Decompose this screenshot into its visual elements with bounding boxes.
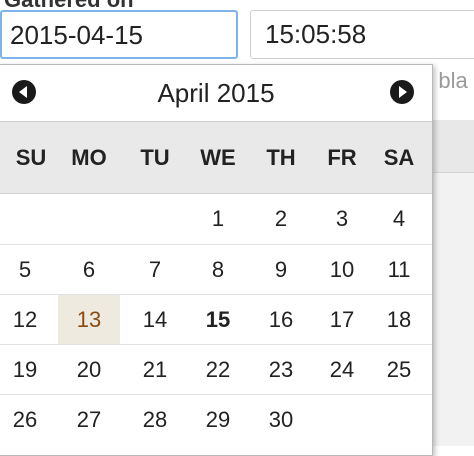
day-cell-30[interactable]: 30 xyxy=(250,395,312,445)
background-panel-header xyxy=(430,120,474,173)
next-month-button[interactable] xyxy=(390,80,414,104)
day-cell-2[interactable]: 2 xyxy=(250,194,312,244)
day-cell-1[interactable]: 1 xyxy=(187,194,249,244)
day-cell-7[interactable]: 7 xyxy=(124,245,186,295)
day-cell-28[interactable]: 28 xyxy=(124,395,186,445)
day-cell-21[interactable]: 21 xyxy=(124,345,186,395)
weekday-su: SU xyxy=(15,145,47,170)
day-cell-4[interactable]: 4 xyxy=(368,194,430,244)
day-cell-26[interactable]: 26 xyxy=(0,395,56,445)
weekday-header-row: SU MO TU WE TH FR SA xyxy=(0,121,432,194)
date-picker-popup: April 2015 SU MO TU WE TH FR SA 12345678… xyxy=(0,64,433,456)
weekday-mo: MO xyxy=(71,145,107,170)
month-title: April 2015 xyxy=(157,78,275,108)
prev-month-button[interactable] xyxy=(12,80,36,104)
day-cell-11[interactable]: 11 xyxy=(368,245,430,295)
weekday-sa: SA xyxy=(383,145,415,170)
day-cell-29[interactable]: 29 xyxy=(187,395,249,445)
weekday-fr: FR xyxy=(327,145,357,170)
day-cell-20[interactable]: 20 xyxy=(58,345,120,395)
day-cell-5[interactable]: 5 xyxy=(0,245,56,295)
day-cell-16[interactable]: 16 xyxy=(250,295,312,345)
day-cell-12[interactable]: 12 xyxy=(0,295,56,345)
day-cell-25[interactable]: 25 xyxy=(368,345,430,395)
day-cell-18[interactable]: 18 xyxy=(368,295,430,345)
day-cell-19[interactable]: 19 xyxy=(0,345,56,395)
weekday-tu: TU xyxy=(140,145,170,170)
calendar-header: April 2015 xyxy=(0,65,432,121)
day-cell-9[interactable]: 9 xyxy=(250,245,312,295)
time-input[interactable]: 15:05:58 xyxy=(250,10,474,59)
chevron-left-circle-icon xyxy=(19,86,27,98)
day-cell-24[interactable]: 24 xyxy=(311,345,373,395)
day-cell-27[interactable]: 27 xyxy=(58,395,120,445)
day-cell-15[interactable]: 15 xyxy=(187,295,249,345)
day-cell-14[interactable]: 14 xyxy=(124,295,186,345)
weekday-th: TH xyxy=(266,145,296,170)
day-cell-23[interactable]: 23 xyxy=(250,345,312,395)
day-cell-8[interactable]: 8 xyxy=(187,245,249,295)
day-cell-13[interactable]: 13 xyxy=(58,295,120,345)
day-cell-3[interactable]: 3 xyxy=(311,194,373,244)
weekday-we: WE xyxy=(200,145,236,170)
day-cell-6[interactable]: 6 xyxy=(58,245,120,295)
day-cell-22[interactable]: 22 xyxy=(187,345,249,395)
date-input[interactable]: 2015-04-15 xyxy=(0,10,238,59)
chevron-right-circle-icon xyxy=(399,86,407,98)
day-cell-17[interactable]: 17 xyxy=(311,295,373,345)
day-cell-10[interactable]: 10 xyxy=(311,245,373,295)
